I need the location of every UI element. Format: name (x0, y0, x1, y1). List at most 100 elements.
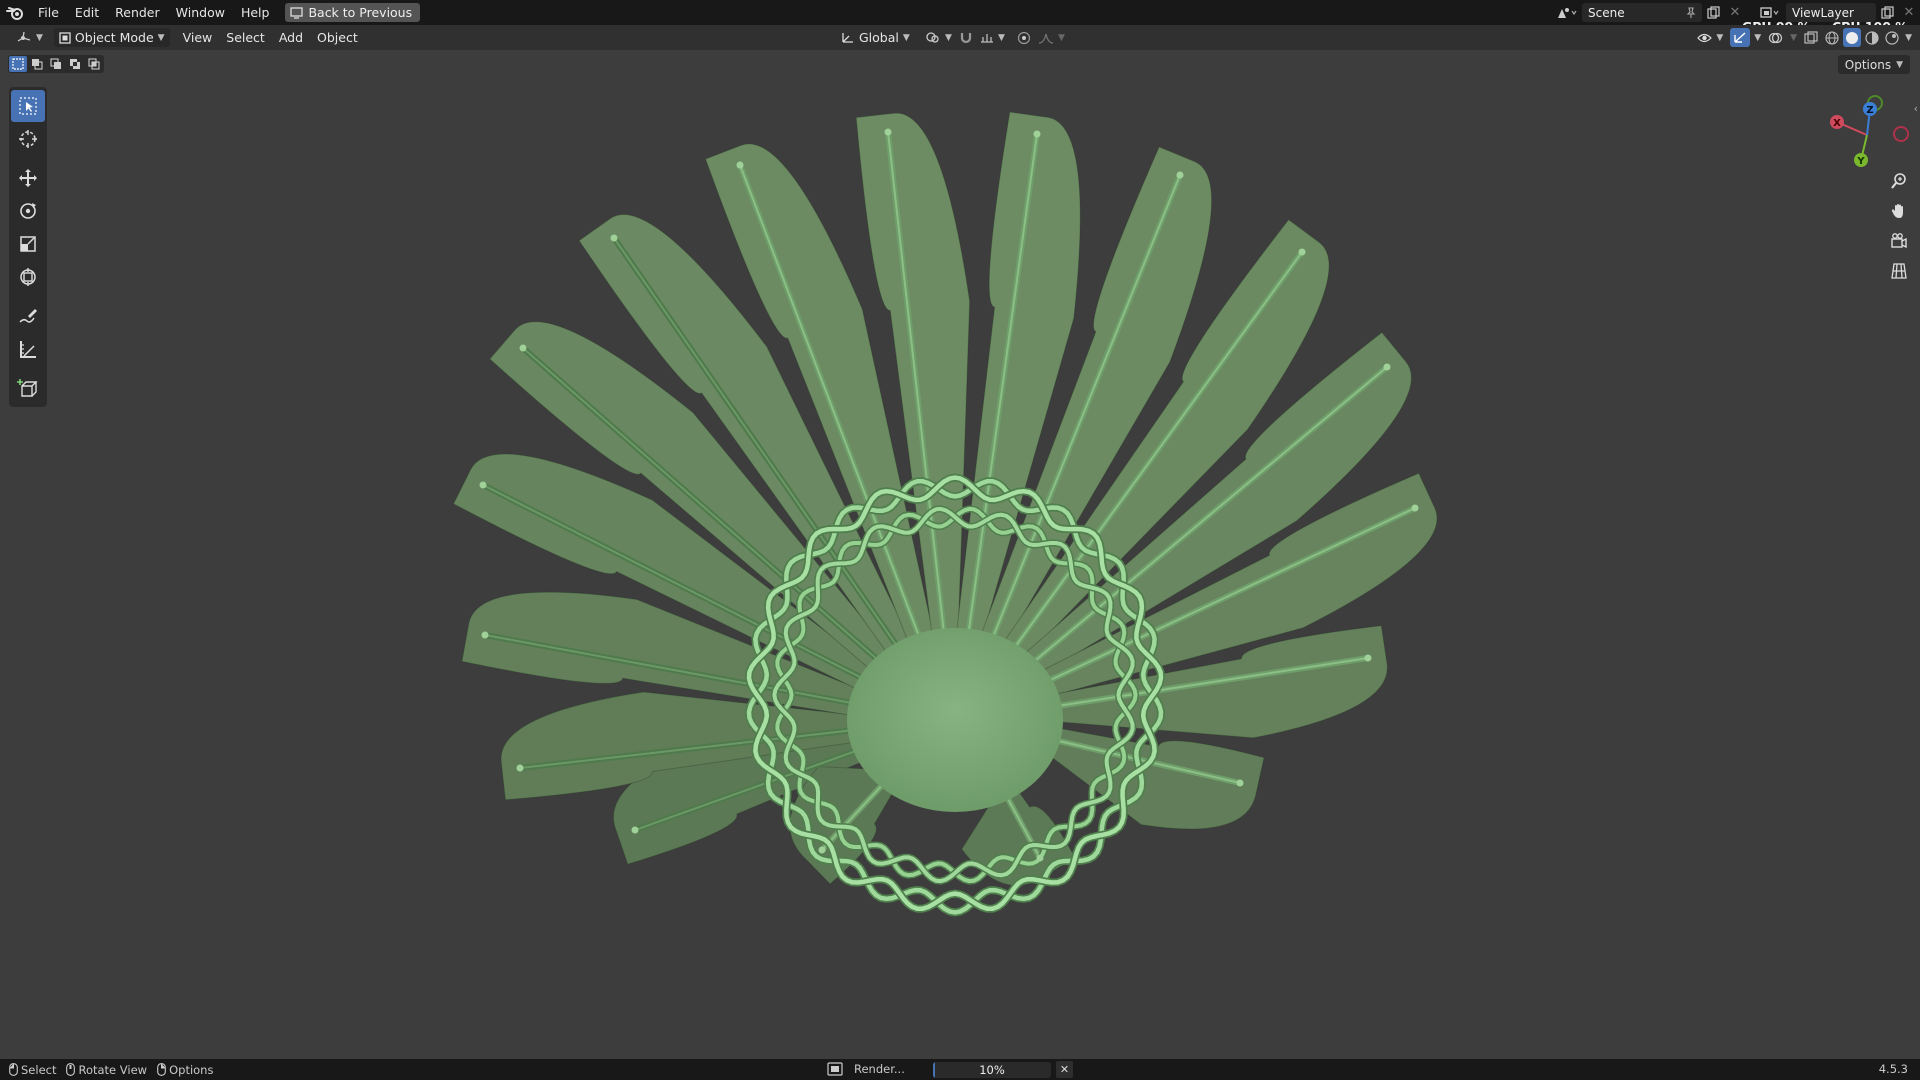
status-hint-options-label: Options (169, 1062, 214, 1077)
wireframe-shading-button[interactable] (1823, 28, 1841, 47)
camera-view-button[interactable] (1886, 228, 1912, 254)
menu-select[interactable]: Select (221, 28, 270, 47)
overlays-dropdown[interactable]: ▼ (1788, 28, 1799, 47)
xray-icon (1804, 31, 1818, 44)
select-subtract-button[interactable] (47, 56, 65, 72)
rotate-tool[interactable] (11, 195, 45, 227)
transform-tool[interactable] (11, 261, 45, 293)
stem-tip (519, 344, 527, 352)
pivot-icon (925, 31, 941, 44)
perspective-toggle-button[interactable] (1886, 258, 1912, 284)
chevron-down-icon: ▼ (1058, 32, 1065, 43)
chevron-down-icon: ▼ (1716, 32, 1724, 43)
rendered-sphere-icon (1885, 30, 1899, 45)
pivot-point-dropdown[interactable]: ▼ (920, 28, 957, 47)
chevron-down-icon: ▼ (945, 32, 952, 43)
select-invert-button[interactable] (66, 56, 84, 72)
stem-tip (1236, 779, 1244, 787)
zoom-view-button[interactable] (1886, 168, 1912, 194)
pan-view-button[interactable] (1886, 198, 1912, 224)
solid-shading-button[interactable] (1843, 28, 1862, 47)
selection-mode-buttons (8, 55, 104, 73)
xray-toggle[interactable] (1801, 28, 1821, 47)
gizmo-toggle[interactable] (1730, 28, 1751, 47)
pin-icon[interactable] (1686, 6, 1696, 19)
tool-shelf (9, 87, 47, 407)
menu-window[interactable]: Window (168, 0, 233, 25)
select-box-tool[interactable] (11, 90, 45, 122)
sidebar-toggle-arrow-icon[interactable]: ‹ (1914, 102, 1918, 115)
menu-object[interactable]: Object (312, 28, 363, 47)
editor-type-dropdown[interactable]: ▼ (12, 28, 48, 47)
stem-tip (818, 846, 826, 854)
transform-orientation-label: Global (859, 30, 899, 45)
select-extend-button[interactable] (28, 56, 46, 72)
chevron-down-icon: ▼ (1896, 59, 1903, 70)
options-dropdown[interactable]: Options ▼ (1837, 55, 1910, 74)
render-progress-bar: 10% (933, 1062, 1051, 1078)
chevron-down-icon: ▼ (902, 32, 910, 43)
shuttlecock-model (452, 111, 1438, 917)
render-progress-text: 10% (979, 1063, 1005, 1077)
select-intersect-button[interactable] (85, 56, 103, 72)
snap-increment-icon (980, 31, 994, 44)
menu-edit[interactable]: Edit (67, 0, 107, 25)
menu-add[interactable]: Add (274, 28, 308, 47)
viewport-display-controls: ▼ ▼ ▼ ▼ (1692, 28, 1914, 47)
annotate-tool[interactable] (11, 300, 45, 332)
move-tool[interactable] (11, 162, 45, 194)
scale-tool[interactable] (11, 228, 45, 260)
chevron-down-icon: ▼ (1754, 32, 1762, 43)
stem-tip (631, 826, 639, 834)
back-to-previous-button[interactable]: Back to Previous (285, 3, 421, 22)
scene-icon[interactable] (1552, 3, 1582, 22)
3d-viewport-icon (17, 31, 32, 44)
view-layer-name: ViewLayer (1792, 5, 1854, 20)
new-scene-icon[interactable] (1702, 3, 1724, 22)
transform-orientation-dropdown[interactable]: Global ▼ (836, 28, 915, 47)
chevron-down-icon: ▼ (1905, 32, 1912, 43)
rendered-shading-button[interactable] (1883, 28, 1901, 47)
menu-help[interactable]: Help (233, 0, 278, 25)
add-cube-tool[interactable] (11, 372, 45, 404)
mouse-left-icon (9, 1063, 18, 1076)
mode-dropdown[interactable]: Object Mode ▼ (53, 28, 170, 47)
gizmo-neg-x[interactable] (1893, 126, 1909, 142)
cursor-tool[interactable] (11, 123, 45, 155)
stem-tip (736, 161, 744, 169)
falloff-curve-icon (1038, 32, 1054, 44)
gizmo-dropdown[interactable]: ▼ (1752, 28, 1763, 47)
render-job-label: Render... (854, 1062, 905, 1076)
shading-dropdown[interactable]: ▼ (1903, 28, 1914, 47)
status-hint-rotate-label: Rotate View (78, 1062, 148, 1077)
visibility-dropdown[interactable]: ▼ (1692, 28, 1728, 47)
chevron-down-icon: ▼ (157, 32, 165, 43)
eye-icon (1697, 32, 1713, 44)
mouse-right-icon (157, 1063, 166, 1076)
proportional-falloff-dropdown[interactable]: ▼ (1033, 28, 1070, 47)
menu-view[interactable]: View (178, 28, 218, 47)
stem-tip (1176, 171, 1184, 179)
snap-target-dropdown[interactable]: ▼ (975, 28, 1010, 47)
menu-file[interactable]: File (30, 0, 67, 25)
status-hint-rotate: Rotate View (66, 1063, 147, 1077)
blender-logo-icon[interactable] (0, 0, 30, 25)
3d-viewport[interactable]: Options ▼ ‹ X Z Y (0, 50, 1920, 1059)
mouse-middle-icon (66, 1063, 76, 1076)
stem-tip (481, 631, 489, 639)
stem-tip (884, 128, 892, 136)
navigation-gizmo[interactable]: X Z Y (1820, 94, 1910, 174)
magnet-icon (959, 31, 973, 44)
main-menu: File Edit Render Window Help Back to Pre… (0, 0, 421, 25)
menu-render[interactable]: Render (107, 0, 168, 25)
material-preview-button[interactable] (1863, 28, 1881, 47)
render-cancel-icon[interactable]: ✕ (1056, 1061, 1073, 1078)
scene-field[interactable]: Scene (1582, 3, 1702, 22)
overlays-toggle[interactable] (1765, 28, 1786, 47)
solid-sphere-icon (1845, 31, 1859, 45)
gizmo-x-label: X (1833, 118, 1841, 129)
select-new-button[interactable] (9, 56, 27, 72)
measure-tool[interactable] (11, 333, 45, 365)
back-screen-icon (290, 6, 304, 19)
cork-base (847, 628, 1063, 812)
